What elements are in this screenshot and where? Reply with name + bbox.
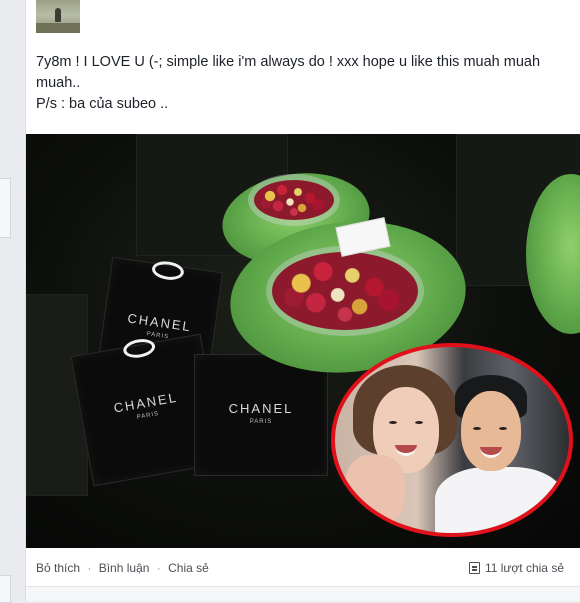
separator: ·: [87, 561, 92, 575]
inset-photo: [331, 343, 573, 537]
comments-area: [26, 587, 580, 601]
share-count-icon: [468, 562, 480, 574]
side-tab-bottom[interactable]: [0, 575, 11, 603]
bag-brand: CHANEL: [228, 401, 294, 416]
roses-front: [272, 252, 418, 330]
side-tab[interactable]: [0, 178, 11, 238]
post-text-line: 7y8m ! I LOVE U (-; simple like i'm alwa…: [36, 54, 541, 91]
author-avatar[interactable]: [36, 0, 80, 33]
post-text: 7y8m ! I LOVE U (-; simple like i'm alwa…: [36, 52, 576, 115]
unlike-link[interactable]: Bỏ thích: [36, 561, 80, 575]
post-actions: Bỏ thích · Bình luận · Chia sẻ 11 lượt c…: [36, 561, 572, 583]
bag-sub: PARIS: [249, 419, 273, 425]
left-gutter: [0, 0, 25, 603]
post-text-line: P/s : ba của subeo ..: [36, 96, 169, 112]
separator: ·: [156, 561, 161, 575]
share-link[interactable]: Chia sẻ: [168, 561, 209, 575]
share-count[interactable]: 11 lượt chia sẻ: [468, 561, 564, 575]
face-right: [461, 391, 521, 471]
roses-back: [254, 180, 334, 220]
chanel-bag: CHANEL PARIS: [194, 354, 328, 476]
comment-link[interactable]: Bình luận: [99, 561, 150, 575]
share-count-label: 11 lượt chia sẻ: [484, 561, 564, 575]
